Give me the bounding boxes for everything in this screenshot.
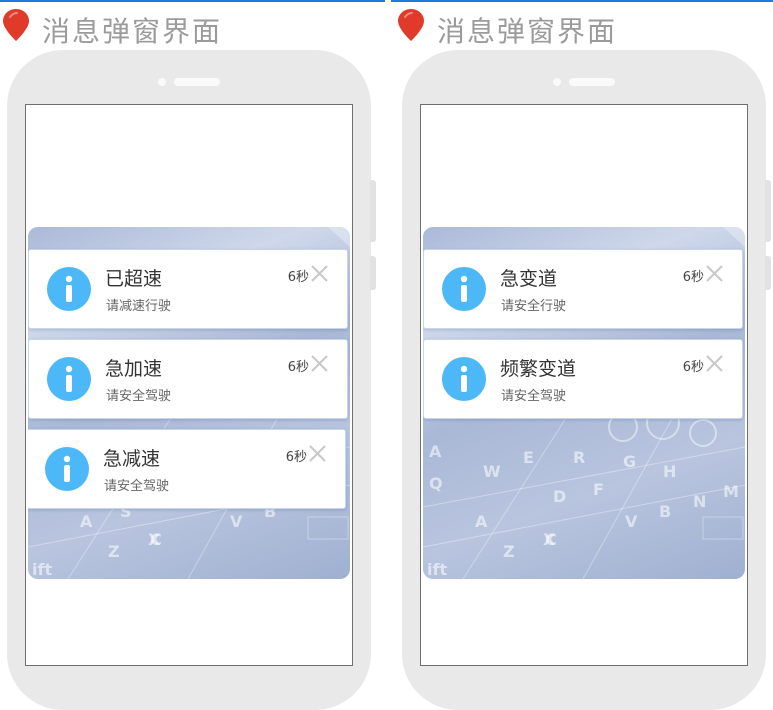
notification-title: 频繁变道 [500,358,577,380]
svg-text:R: R [573,448,585,467]
notification-timer: 6秒 [682,360,704,375]
svg-text:W: W [483,462,501,481]
notification-message: 请安全行驶 [501,299,567,314]
notification-timer: 6秒 [287,360,309,375]
svg-text:M: M [723,482,739,501]
phone-power-button [765,256,771,290]
info-icon [47,267,91,311]
panel-left: 消息弹窗界面 AWE QAS CVB ZXift [0,0,380,710]
svg-text:B: B [659,502,671,521]
close-icon[interactable] [309,445,326,462]
close-icon[interactable] [311,355,328,372]
phone-frame: AWE QAS CVB ZXift [7,50,376,710]
notification-message: 请安全驾驶 [104,479,170,494]
info-icon [47,357,91,401]
popup-area: AWE RGH QAD FCV BNM Z Xift 急变道 请安全行驶 6秒 … [423,227,745,579]
svg-text:Z: Z [108,542,120,561]
close-icon[interactable] [311,265,328,282]
notification-card[interactable]: 急加速 请安全驾驶 6秒 [28,339,348,419]
notification-timer: 6秒 [682,270,704,285]
svg-text:E: E [523,448,534,467]
phone-screen: AWE RGH QAD FCV BNM Z Xift 急变道 请安全行驶 6秒 … [420,104,748,666]
phone-camera [553,78,561,86]
phone-speaker [569,78,615,86]
phone-volume-button [370,180,376,242]
info-icon [442,267,486,311]
svg-text:F: F [593,480,604,499]
notification-title: 已超速 [105,268,163,290]
close-icon[interactable] [706,265,723,282]
notification-title: 急变道 [500,268,558,290]
notification-card[interactable]: 急减速 请安全驾驶 6秒 [28,429,346,509]
panel-title: 消息弹窗界面 [42,15,223,48]
notification-message: 请安全驾驶 [501,389,567,404]
close-icon[interactable] [706,355,723,372]
phone-screen: AWE QAS CVB ZXift [25,104,353,666]
svg-text:ift: ift [427,560,447,579]
phone-volume-button [765,180,771,242]
phone-speaker [174,78,220,86]
popup-area: AWE QAS CVB ZXift [28,227,350,579]
top-accent-gap [385,0,391,2]
notification-card[interactable]: 急变道 请安全行驶 6秒 [423,249,743,329]
phone-camera [158,78,166,86]
panel-right: 消息弹窗界面 AWE RGH QAD FCV BNM Z Xift 急变道 请安… [395,0,773,710]
phone-power-button [370,256,376,290]
svg-text:V: V [230,512,243,531]
svg-text:X: X [543,530,556,549]
notification-timer: 6秒 [287,270,309,285]
info-icon [442,357,486,401]
info-icon [45,447,89,491]
phone-frame: AWE RGH QAD FCV BNM Z Xift 急变道 请安全行驶 6秒 … [402,50,771,710]
svg-text:Z: Z [503,542,515,561]
svg-text:V: V [625,512,638,531]
map-pin-icon [3,9,29,41]
notification-title: 急加速 [105,358,163,380]
svg-text:A: A [80,512,93,531]
notification-title: 急减速 [103,448,161,470]
notification-timer: 6秒 [285,450,307,465]
notification-card[interactable]: 频繁变道 请安全驾驶 6秒 [423,339,743,419]
notification-message: 请安全驾驶 [106,389,172,404]
svg-text:A: A [429,442,442,461]
panel-title: 消息弹窗界面 [437,15,618,48]
notification-message: 请减速行驶 [106,299,172,314]
notification-card[interactable]: 已超速 请减速行驶 6秒 [28,249,348,329]
svg-text:Q: Q [429,474,443,493]
svg-text:A: A [475,512,488,531]
svg-text:H: H [663,462,676,481]
svg-text:ift: ift [32,560,52,579]
svg-text:D: D [553,487,566,506]
svg-text:X: X [148,530,161,549]
map-pin-icon [398,9,424,41]
